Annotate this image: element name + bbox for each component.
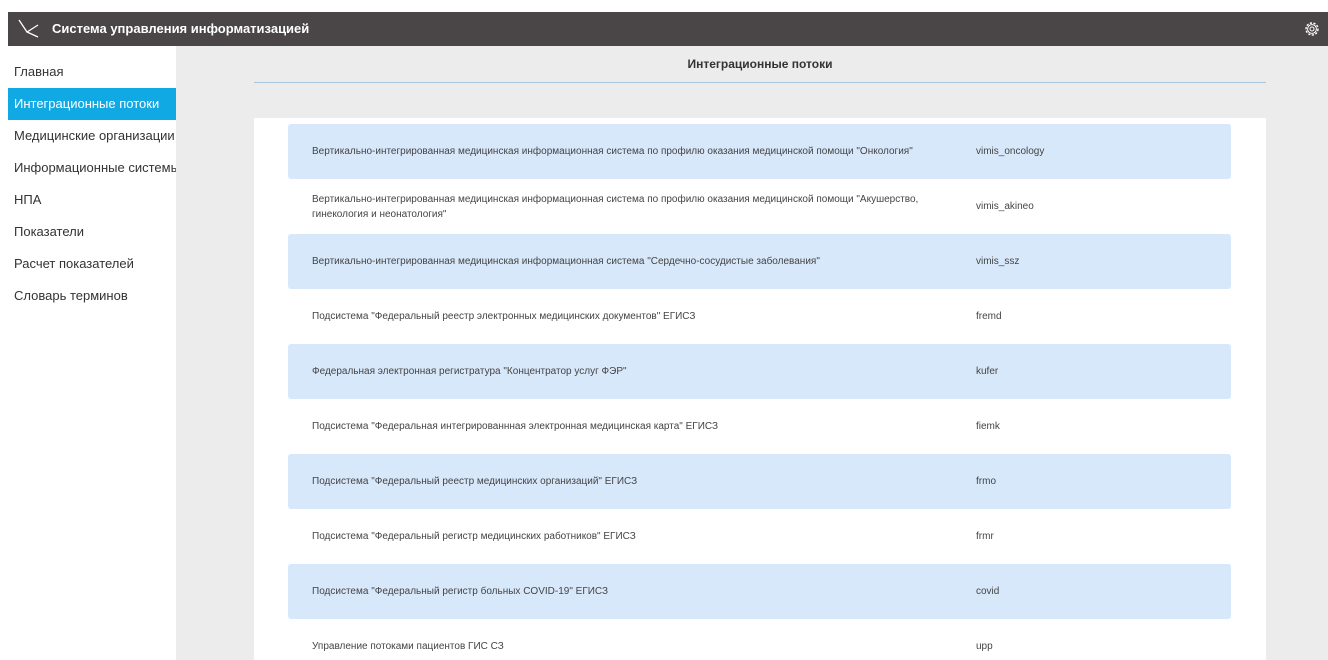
flow-name: Подсистема "Федеральный реестр электронн… bbox=[312, 311, 696, 322]
flow-code: vimis_oncology bbox=[976, 146, 1045, 157]
page-title: Интеграционные потоки bbox=[254, 46, 1266, 83]
sidebar-item-npa[interactable]: НПА bbox=[8, 184, 176, 216]
list-item[interactable]: Вертикально-интегрированная медицинская … bbox=[288, 179, 1231, 234]
flow-name: Подсистема "Федеральный регистр медицинс… bbox=[312, 531, 636, 542]
top-bar: Система управления информатизацией bbox=[8, 12, 1328, 46]
flow-name: Вертикально-интегрированная медицинская … bbox=[312, 193, 919, 220]
flow-code: vimis_akineo bbox=[976, 201, 1034, 212]
list-item[interactable]: Подсистема "Федеральный регистр больных … bbox=[288, 564, 1231, 619]
sidebar-item-medical-organizations[interactable]: Медицинские организации bbox=[8, 120, 176, 152]
list-item[interactable]: Федеральная электронная регистратура "Ко… bbox=[288, 344, 1231, 399]
sidebar-item-indicator-calculation[interactable]: Расчет показателей bbox=[8, 248, 176, 280]
gear-icon[interactable] bbox=[1302, 19, 1322, 39]
list-item[interactable]: Подсистема "Федеральный регистр медицинс… bbox=[288, 509, 1231, 564]
flow-name: Подсистема "Федеральный регистр больных … bbox=[312, 586, 609, 597]
sidebar-item-indicators[interactable]: Показатели bbox=[8, 216, 176, 248]
flow-code: upp bbox=[976, 641, 993, 652]
sidebar-item-home[interactable]: Главная bbox=[8, 56, 176, 88]
flow-code: frmr bbox=[976, 531, 994, 542]
flow-name: Вертикально-интегрированная медицинская … bbox=[312, 256, 820, 267]
list-item[interactable]: Подсистема "Федеральная интегрированнная… bbox=[288, 399, 1231, 454]
flow-code: kufer bbox=[976, 366, 999, 377]
flow-name: Подсистема "Федеральная интегрированнная… bbox=[312, 421, 719, 432]
flow-name: Вертикально-интегрированная медицинская … bbox=[312, 146, 913, 157]
sidebar: Главная Интеграционные потоки Медицински… bbox=[8, 46, 180, 660]
app-title: Система управления информатизацией bbox=[52, 21, 310, 36]
branch-logo-icon bbox=[18, 19, 39, 38]
list-item[interactable]: Подсистема "Федеральный реестр электронн… bbox=[288, 289, 1231, 344]
list-rows: Вертикально-интегрированная медицинская … bbox=[288, 124, 1231, 660]
sidebar-item-information-systems[interactable]: Информационные системы bbox=[8, 152, 180, 184]
list-item[interactable]: Вертикально-интегрированная медицинская … bbox=[288, 234, 1231, 289]
app-window: Система управления информатизацией Главн… bbox=[8, 12, 1328, 660]
flow-name: Управление потоками пациентов ГИС СЗ bbox=[312, 641, 504, 652]
flow-code: vimis_ssz bbox=[976, 256, 1020, 267]
main-content: Интеграционные потоки Вертикально-интегр… bbox=[176, 46, 1328, 660]
flow-code: fremd bbox=[976, 311, 1002, 322]
flow-name: Федеральная электронная регистратура "Ко… bbox=[312, 366, 627, 377]
sidebar-item-integration-flows[interactable]: Интеграционные потоки bbox=[8, 88, 176, 120]
sidebar-item-glossary[interactable]: Словарь терминов bbox=[8, 280, 176, 312]
list-item[interactable]: Управление потоками пациентов ГИС СЗ upp bbox=[288, 619, 1231, 660]
flow-code: frmo bbox=[976, 476, 996, 487]
flow-code: covid bbox=[976, 586, 1000, 597]
list-item[interactable]: Вертикально-интегрированная медицинская … bbox=[288, 124, 1231, 179]
list-item[interactable]: Подсистема "Федеральный реестр медицинск… bbox=[288, 454, 1231, 509]
flow-name: Подсистема "Федеральный реестр медицинск… bbox=[312, 476, 638, 487]
integration-flows-list: Вертикально-интегрированная медицинская … bbox=[254, 118, 1266, 660]
flow-code: fiemk bbox=[976, 421, 1000, 432]
